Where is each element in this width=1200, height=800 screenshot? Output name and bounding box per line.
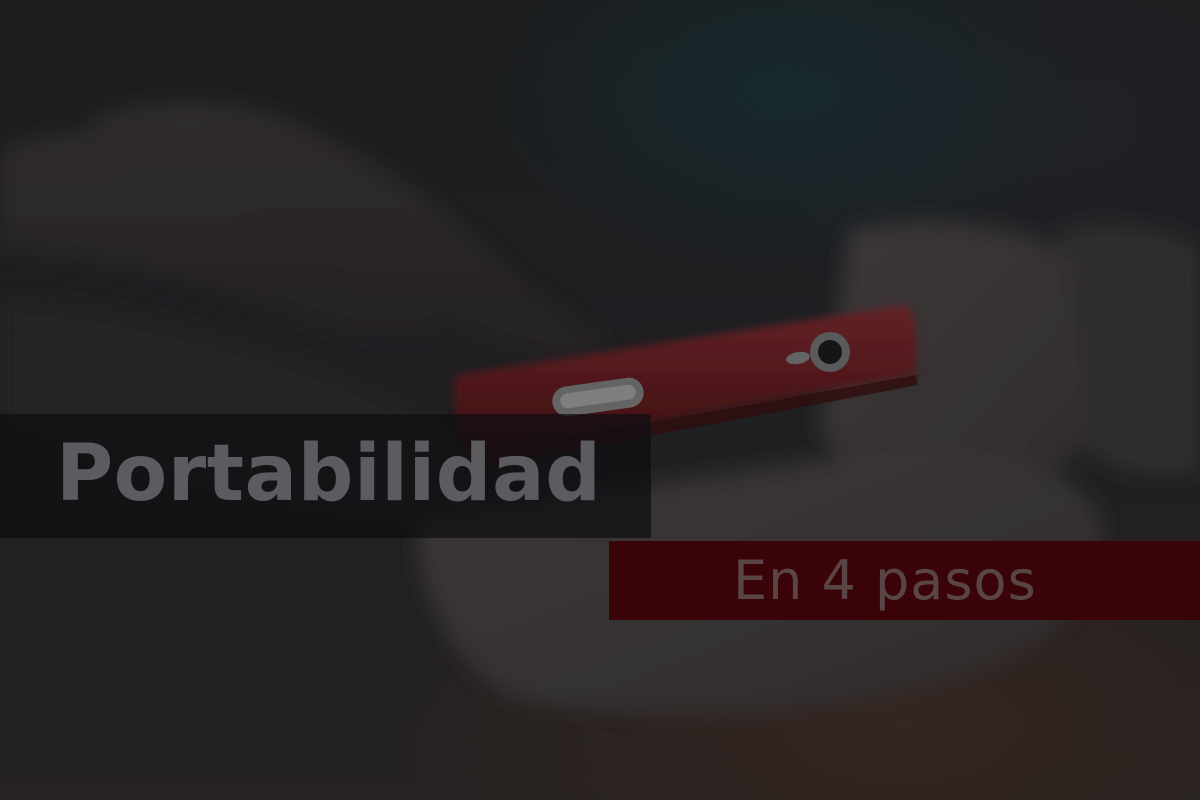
banner-title: Portabilidad	[56, 429, 602, 519]
background-photo	[0, 0, 1200, 800]
banner-subtitle: En 4 pasos	[733, 549, 1037, 612]
hero-banner: Portabilidad En 4 pasos	[0, 0, 1200, 800]
